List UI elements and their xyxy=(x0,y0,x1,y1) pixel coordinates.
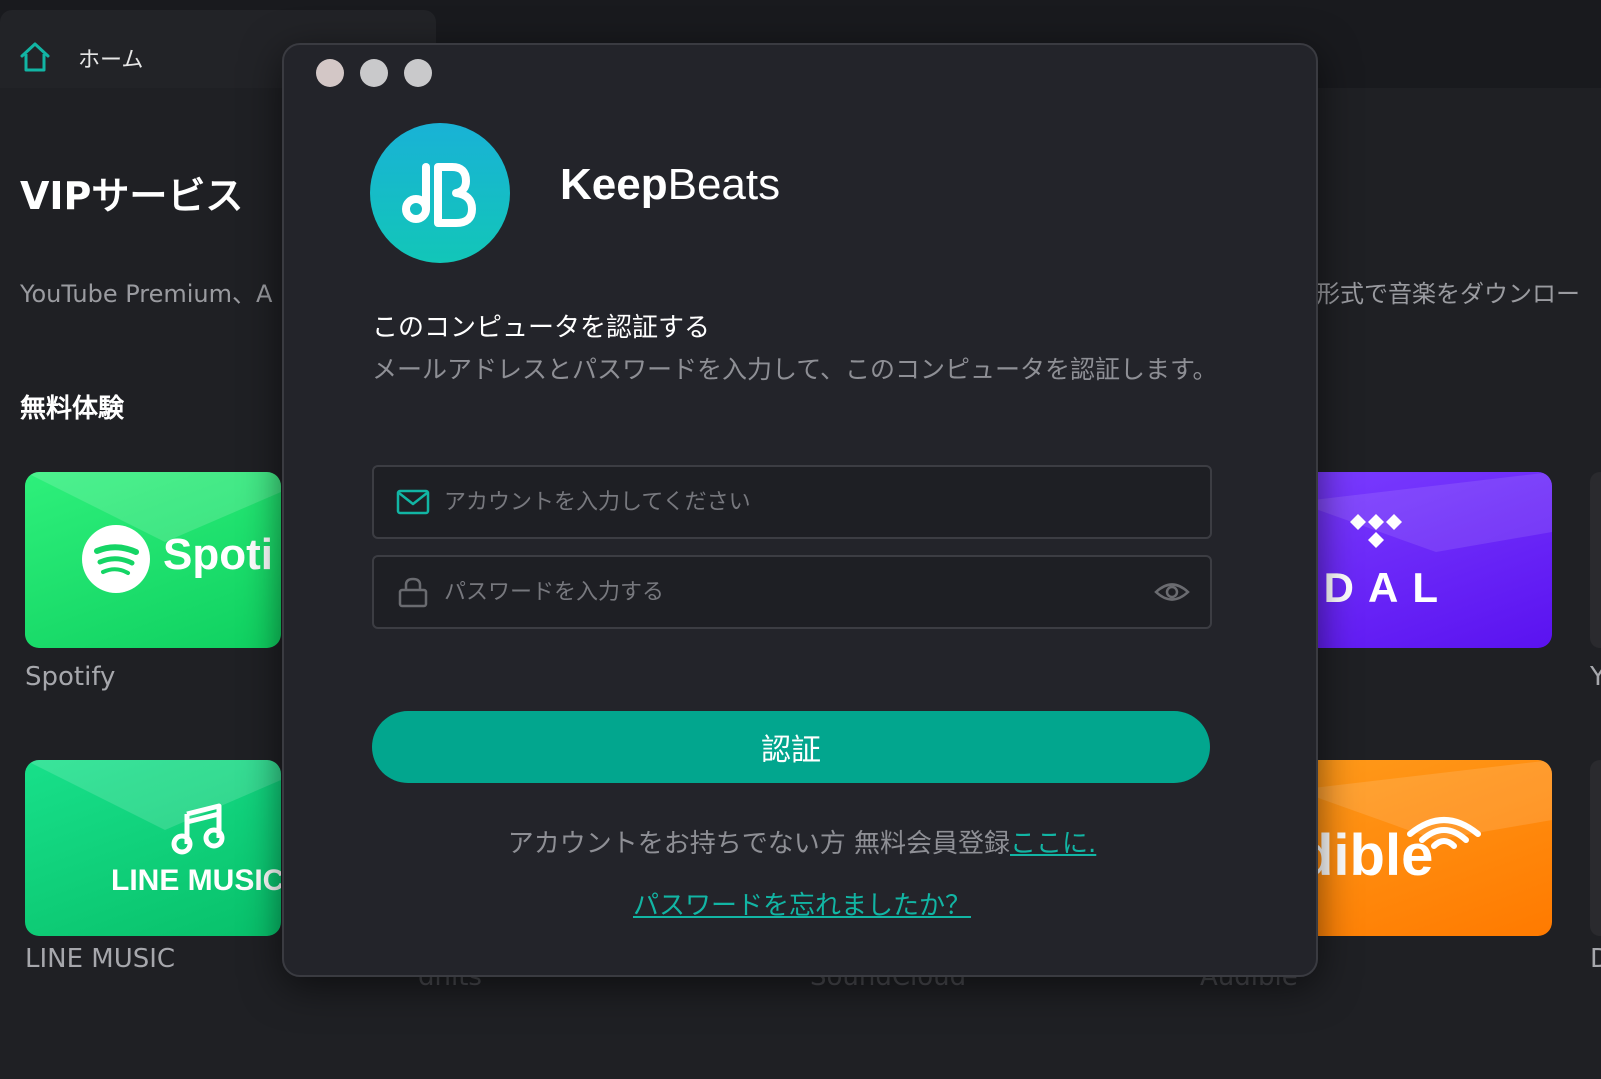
signup-link[interactable]: ここに. xyxy=(1010,829,1096,859)
trial-title: 無料体験 xyxy=(20,394,125,424)
vip-description: YouTube Premium、A xyxy=(20,280,273,308)
home-label: ホーム xyxy=(78,48,144,73)
window-close-button[interactable] xyxy=(316,59,344,87)
signup-text: アカウントをお持ちでない方 無料会員登録 xyxy=(507,829,1010,859)
brand-bold: Keep xyxy=(560,160,668,209)
tidal-tile[interactable]: IDAL xyxy=(1296,472,1552,648)
brand-light: Beats xyxy=(667,160,781,209)
tile-decoration xyxy=(1296,472,1552,552)
lock-icon xyxy=(398,577,428,608)
tidal-logo-text: IDAL xyxy=(1298,564,1452,611)
audible-tile[interactable]: dible xyxy=(1296,760,1552,936)
spotify-tile[interactable]: Spoti xyxy=(25,472,281,648)
line-music-label: LINE MUSIC xyxy=(25,944,176,974)
email-input[interactable] xyxy=(444,467,1124,537)
home-icon xyxy=(20,42,50,72)
password-field[interactable] xyxy=(372,555,1212,629)
spotify-label: Spotify xyxy=(25,662,116,692)
service-label-edge-bottom: D xyxy=(1590,944,1601,974)
vip-title: VIPサービス xyxy=(20,174,244,218)
spotify-logo-text: Spoti xyxy=(163,530,273,579)
line-music-tile[interactable]: LINE MUSIC xyxy=(25,760,281,936)
auth-dialog: KeepBeats このコンピュータを認証する メールアドレスとパスワードを入力… xyxy=(282,43,1318,977)
authenticate-button[interactable]: 認証 xyxy=(372,711,1210,783)
eye-icon[interactable] xyxy=(1154,577,1190,607)
forgot-password: パスワードを忘れましたか？ xyxy=(284,885,1320,922)
window-minimize-button[interactable] xyxy=(360,59,388,87)
password-input[interactable] xyxy=(444,557,1124,627)
line-music-logo-text: LINE MUSIC xyxy=(111,864,281,897)
tile-decoration xyxy=(25,760,281,830)
keepbeats-logo-icon xyxy=(402,163,476,227)
service-label-edge: Y xyxy=(1590,662,1601,692)
mail-icon xyxy=(396,489,430,515)
tile-partial xyxy=(1590,472,1601,648)
window-maximize-button[interactable] xyxy=(404,59,432,87)
tile-partial xyxy=(1590,760,1601,936)
app-logo xyxy=(370,123,510,263)
tidal-logo-icon xyxy=(1350,514,1402,548)
audible-signal-icon xyxy=(1407,817,1481,849)
email-field[interactable] xyxy=(372,465,1212,539)
dialog-description: メールアドレスとパスワードを入力して、このコンピュータを認証します。 xyxy=(372,355,1218,384)
signup-prompt: アカウントをお持ちでない方 無料会員登録ここに. xyxy=(284,823,1320,860)
spotify-logo-icon xyxy=(82,525,150,593)
forgot-password-link[interactable]: パスワードを忘れましたか？ xyxy=(633,891,971,921)
vip-description-continued: 形式で音楽をダウンロー xyxy=(1316,280,1580,308)
app-brand: KeepBeats xyxy=(560,160,780,210)
music-note-icon xyxy=(171,803,225,855)
dialog-title: このコンピュータを認証する xyxy=(372,313,711,343)
